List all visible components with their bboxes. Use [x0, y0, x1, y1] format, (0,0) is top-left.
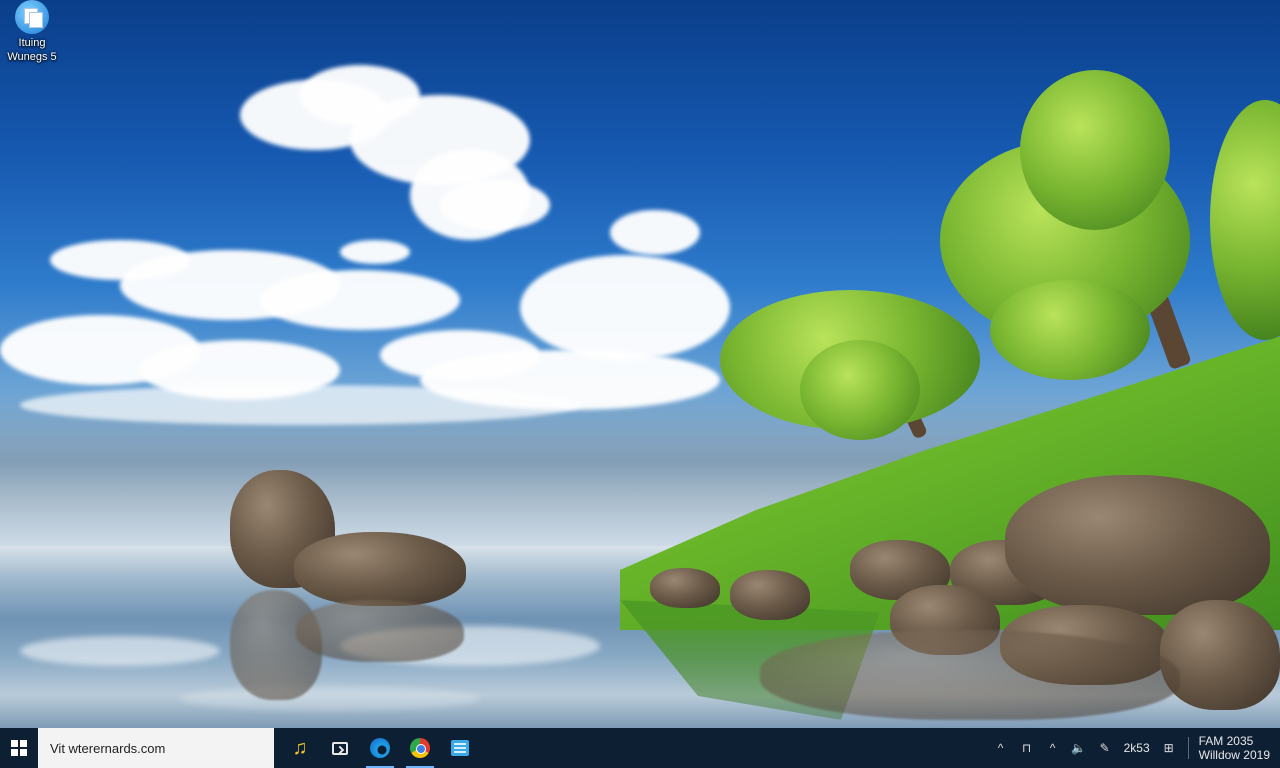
desktop-wallpaper: [0, 0, 1280, 728]
file-explorer-icon: [451, 740, 469, 756]
app-shortcut-icon: [15, 0, 49, 34]
clock-line2: Willdow 2019: [1198, 748, 1270, 762]
show-hidden-icons-chevron-icon[interactable]: ^: [988, 741, 1014, 755]
music-note-icon: ♫: [292, 736, 308, 759]
keyboard-icon[interactable]: ⊞: [1156, 741, 1182, 755]
system-tray: ^ ⊓ ^ 🔈 ✎ 2k53 ⊞ FAM 2035 Willdow 2019: [988, 728, 1280, 768]
taskbar-app-file-explorer[interactable]: [440, 728, 480, 768]
taskbar-app-edge[interactable]: [360, 728, 400, 768]
volume-icon[interactable]: 🔈: [1066, 741, 1092, 755]
tray-time-text[interactable]: 2k53: [1118, 741, 1156, 755]
pen-icon[interactable]: ✎: [1092, 741, 1118, 755]
taskbar-pinned-apps: ♫: [280, 728, 480, 768]
taskbar-app-music[interactable]: ♫: [280, 728, 320, 768]
chrome-icon: [410, 738, 430, 758]
desktop-shortcut[interactable]: Ituing Wunegs 5: [4, 0, 60, 64]
taskbar: ♫ ^ ⊓ ^ 🔈 ✎ 2k53 ⊞ FAM 2035 Willdow 2019: [0, 728, 1280, 768]
wallpaper-rock-reflection: [296, 600, 464, 662]
tray-divider: [1187, 737, 1189, 759]
wallpaper-rock: [294, 532, 466, 606]
start-button[interactable]: [0, 728, 38, 768]
edge-icon: [370, 738, 390, 758]
desktop-shortcut-label-line2: Wunegs 5: [7, 51, 57, 63]
taskbar-clock[interactable]: FAM 2035 Willdow 2019: [1195, 734, 1280, 762]
desktop-shortcut-label-line1: Ituing: [18, 37, 46, 49]
caret-up-icon[interactable]: ^: [1040, 741, 1066, 755]
network-icon[interactable]: ⊓: [1014, 741, 1040, 755]
terminal-icon: [332, 741, 348, 755]
windows-logo-icon: [11, 740, 27, 756]
taskbar-app-terminal[interactable]: [320, 728, 360, 768]
taskbar-search-input[interactable]: [50, 740, 260, 756]
clock-line1: FAM 2035: [1198, 734, 1254, 748]
taskbar-app-chrome[interactable]: [400, 728, 440, 768]
desktop-shortcut-label: Ituing Wunegs 5: [4, 36, 60, 64]
taskbar-search-box[interactable]: [38, 728, 274, 768]
